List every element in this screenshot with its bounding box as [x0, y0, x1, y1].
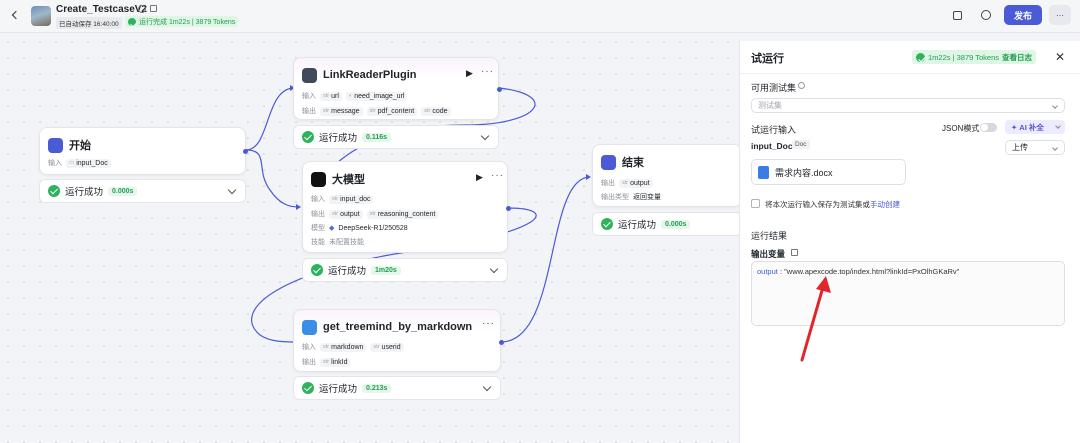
file-name: 需求内容.docx	[775, 167, 833, 178]
chevron-down-icon	[1052, 145, 1058, 151]
edit-icon[interactable]	[150, 5, 157, 12]
check-icon	[916, 52, 925, 62]
check-icon	[302, 382, 314, 394]
copy-icon[interactable]	[791, 249, 798, 256]
end-node[interactable]: 结束 输出 str output 输出类型 返回变量	[592, 144, 742, 207]
linkreader-node[interactable]: LinkReaderPlugin ▶ ··· 输入 str url ◐ need_ima…	[293, 57, 502, 120]
node-menu-button[interactable]: ···	[491, 170, 504, 181]
node-menu-button[interactable]: ···	[482, 318, 495, 329]
copy-icon[interactable]	[953, 11, 962, 20]
chevron-down-icon[interactable]	[482, 382, 492, 392]
chevron-down-icon[interactable]	[227, 185, 237, 195]
manual-create-link[interactable]: 手动创建	[870, 200, 900, 209]
node-title: 开始	[69, 140, 91, 152]
chevron-down-icon[interactable]	[489, 264, 499, 274]
input-doc-label: input_Doc	[751, 141, 793, 151]
check-icon	[128, 17, 136, 26]
doc-type-tag: Doc	[792, 140, 810, 149]
upload-select[interactable]: 上传	[1005, 140, 1065, 155]
info-icon[interactable]	[138, 5, 146, 13]
check-icon	[302, 131, 314, 143]
output-port[interactable]	[243, 149, 248, 154]
output-var-label: 输出变量	[751, 249, 786, 259]
json-mode-toggle[interactable]	[980, 123, 997, 132]
result-box: output : "www.apexcode.top/index.html?li…	[751, 261, 1065, 326]
check-icon	[311, 264, 323, 276]
run-status-text: 运行完成 1m22s | 3879 Tokens	[139, 18, 236, 26]
treemind-status[interactable]: 运行成功 0.213s	[293, 376, 501, 400]
workflow-title: Create_TestcaseV2	[56, 4, 147, 15]
ai-fill-button[interactable]: ✦ AI 补全	[1005, 120, 1065, 134]
publish-button[interactable]: 发布	[1004, 5, 1042, 25]
top-bar: Create_TestcaseV2 已自动保存 16:40:00 运行完成 1m…	[0, 0, 1080, 33]
autosave-text: 已自动保存 16:40:00	[56, 17, 122, 29]
file-card[interactable]: 需求内容.docx	[751, 159, 906, 185]
save-checkbox[interactable]	[751, 199, 760, 208]
test-run-panel: 试运行 1m22s | 3879 Tokens 查看日志 ✕ 可用测试集 测试集…	[739, 41, 1080, 443]
end-icon	[601, 154, 616, 170]
workflow-avatar	[31, 6, 51, 26]
output-value: "www.apexcode.top/index.html?linkId=PxOl…	[784, 267, 960, 276]
close-icon[interactable]: ✕	[1055, 50, 1065, 64]
run-node-button[interactable]: ▶	[466, 68, 473, 79]
sparkle-icon: ✦	[1011, 122, 1018, 132]
node-menu-button[interactable]: ···	[481, 66, 494, 77]
run-input-label: 试运行输入	[751, 125, 797, 135]
output-port[interactable]	[497, 87, 502, 92]
llm-node[interactable]: 大模型 ▶ ··· 输入 str input_doc 输出 str output str r…	[302, 161, 511, 253]
more-button[interactable]: ···	[1049, 5, 1071, 25]
start-status[interactable]: 运行成功 0.000s	[39, 179, 246, 203]
treemind-node[interactable]: get_treemind_by_markdown ··· 输入 str markdo…	[293, 309, 504, 372]
linkreader-status[interactable]: 运行成功 0.116s	[293, 125, 499, 149]
info-icon	[798, 82, 805, 89]
output-key: output	[757, 267, 778, 276]
output-port[interactable]	[499, 340, 504, 345]
chevron-down-icon	[1052, 103, 1058, 109]
check-icon	[48, 185, 60, 197]
start-node[interactable]: 开始 输入 ▭ input_Doc	[39, 127, 248, 175]
testset-label: 可用测试集	[751, 83, 797, 93]
model-logo-icon: ◆	[329, 225, 335, 232]
run-summary-badge[interactable]: 1m22s | 3879 Tokens 查看日志	[912, 50, 1037, 64]
end-status[interactable]: 运行成功 0.000s	[592, 212, 742, 236]
model-icon	[311, 171, 326, 187]
plugin-icon	[302, 67, 317, 83]
chevron-down-icon	[1055, 123, 1061, 129]
chevron-down-icon[interactable]	[480, 131, 490, 141]
result-label: 运行结果	[751, 231, 788, 241]
word-file-icon	[758, 165, 769, 179]
testset-select[interactable]: 测试集	[751, 98, 1065, 113]
back-icon[interactable]	[11, 10, 21, 20]
start-icon	[48, 137, 63, 153]
run-status-badge: 运行完成 1m22s | 3879 Tokens	[125, 16, 239, 27]
llm-status[interactable]: 运行成功 1m20s	[302, 258, 508, 282]
panel-title: 试运行	[751, 53, 784, 65]
run-node-button[interactable]: ▶	[476, 172, 483, 183]
output-port[interactable]	[506, 206, 511, 211]
check-icon	[601, 218, 613, 230]
json-mode-label: JSON模式	[942, 124, 980, 133]
history-icon[interactable]	[981, 10, 991, 20]
treemind-icon	[302, 319, 317, 335]
